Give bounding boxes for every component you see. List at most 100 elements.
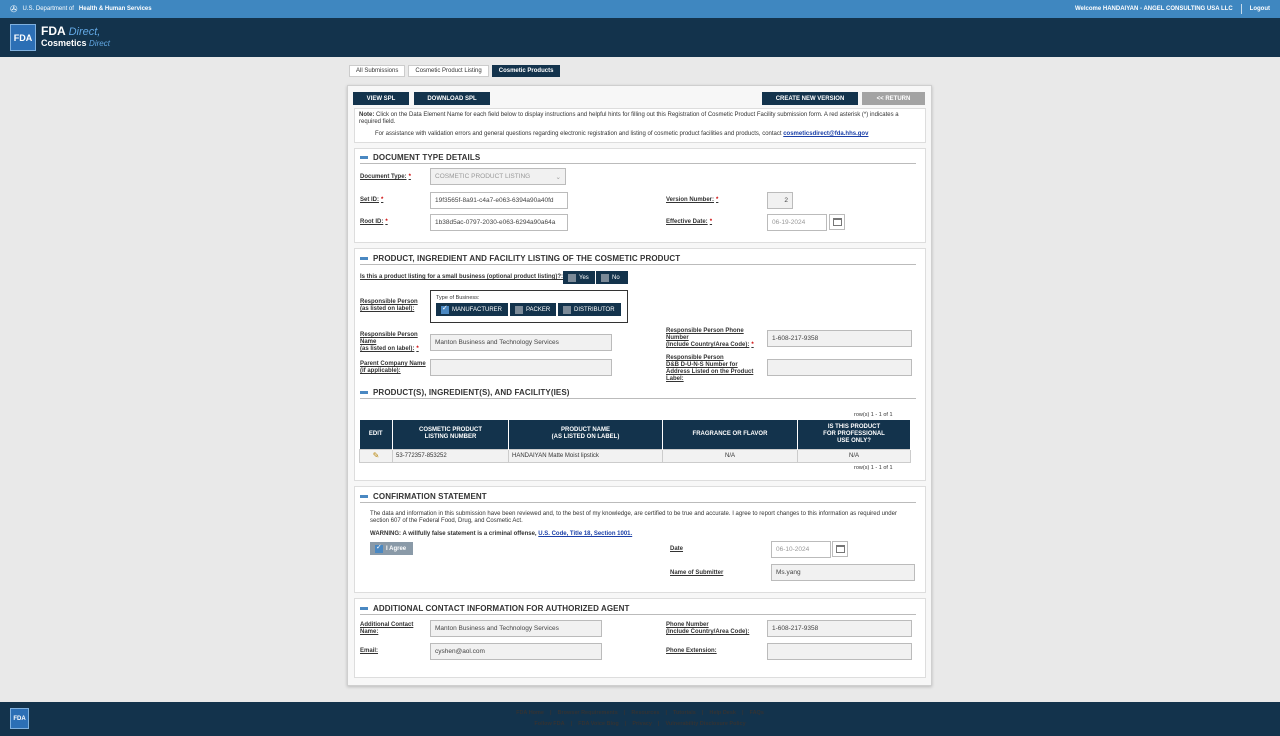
submitter-field[interactable]: Ms.yang	[771, 564, 915, 581]
fragrance-cell: N/A	[662, 448, 798, 463]
assist-body: For assistance with validation errors an…	[375, 131, 782, 137]
hhs-eagle-icon: ✇	[10, 3, 18, 14]
small-business-question[interactable]: Is this a product listing for a small bu…	[360, 274, 563, 281]
footer-link-privacy[interactable]: Privacy	[632, 721, 652, 727]
packer-toggle[interactable]: PACKER	[510, 303, 556, 316]
collapse-icon[interactable]	[360, 257, 368, 260]
duns-number-label[interactable]: Responsible Person D&B D-U-N-S Number for…	[666, 355, 753, 383]
support-email-link[interactable]: cosmeticsdirect@fda.hhs.gov	[783, 131, 868, 137]
footer-separator: |	[570, 721, 573, 727]
welcome-text: Welcome HANDAIYAN - ANGEL CONSULTING USA…	[1074, 6, 1233, 12]
document-type-select[interactable]: COSMETIC PRODUCT LISTING ⌄	[430, 168, 566, 185]
footer-link-fda-home[interactable]: FDA Home	[516, 710, 544, 716]
table-row: ✎ 53-772357-853252 HANDAIYAN Matte Moist…	[359, 448, 911, 463]
phone-extension-field[interactable]	[767, 643, 912, 660]
site-header	[0, 18, 1280, 57]
root-id-label[interactable]: Root ID: *	[360, 219, 388, 226]
parent-company-label[interactable]: Parent Company Name (if applicable):	[360, 361, 426, 375]
small-business-yes-toggle[interactable]: Yes	[563, 271, 595, 284]
fda-logo-icon: FDA	[10, 24, 36, 51]
collapse-icon[interactable]	[360, 607, 368, 610]
logout-link[interactable]: Logout	[1250, 6, 1270, 12]
small-business-no-toggle[interactable]: No	[596, 271, 628, 284]
create-new-version-button[interactable]: CREATE NEW VERSION	[762, 92, 858, 105]
email-field[interactable]: cyshen@aol.com	[430, 643, 602, 660]
column-header-professional[interactable]: IS THIS PRODUCT FOR PROFESSIONAL USE ONL…	[797, 420, 911, 449]
collapse-icon[interactable]	[360, 495, 368, 498]
site-footer	[0, 702, 1280, 736]
confirmation-text: The data and information in this submiss…	[370, 511, 897, 524]
additional-contact-field[interactable]: Manton Business and Technology Services	[430, 620, 602, 637]
footer-link-faqs[interactable]: FAQs	[750, 710, 764, 716]
version-number-label[interactable]: Version Number: *	[666, 197, 718, 204]
us-code-link[interactable]: U.S. Code, Title 18, Section 1001.	[538, 531, 632, 537]
footer-separator: |	[550, 710, 552, 716]
footer-separator: |	[657, 721, 660, 727]
column-header-product-name[interactable]: PRODUCT NAME (AS LISTED ON LABEL)	[508, 420, 663, 449]
footer-link-tutorials[interactable]: Tutorials	[673, 710, 696, 716]
email-label[interactable]: Email:	[360, 648, 378, 655]
set-id-label[interactable]: Set ID: *	[360, 197, 383, 204]
column-header-edit[interactable]: EDIT	[359, 420, 393, 449]
root-id-field[interactable]: 1b38d5ac-0797-2030-e063-6294a90a64a	[430, 214, 568, 231]
section-title-confirmation: CONFIRMATION STATEMENT	[360, 492, 487, 501]
rp-phone-field[interactable]: 1-608-217-9358	[767, 330, 912, 347]
edit-cell[interactable]: ✎	[359, 448, 393, 463]
agent-phone-label[interactable]: Phone Number (Include Country/Area Code):	[666, 622, 749, 636]
collapse-icon[interactable]	[360, 156, 368, 159]
products-table: EDIT COSMETIC PRODUCT LISTING NUMBER PRO…	[359, 420, 911, 463]
divider	[360, 264, 916, 265]
footer-separator: |	[623, 710, 626, 716]
section-title-agent: ADDITIONAL CONTACT INFORMATION FOR AUTHO…	[360, 604, 630, 613]
brand-direct-2: Direct	[89, 39, 110, 48]
effective-date-label[interactable]: Effective Date: *	[666, 219, 712, 226]
phone-extension-label[interactable]: Phone Extension:	[666, 648, 717, 655]
rp-phone-label[interactable]: Responsible Person Phone Number (Include C…	[666, 328, 754, 349]
footer-link-resources[interactable]: Resources	[631, 710, 659, 716]
brand-cosmetics: Cosmetics	[41, 38, 87, 48]
pagination-top: row(s) 1 - 1 of 1	[854, 412, 893, 418]
additional-contact-label[interactable]: Additional Contact Name:	[360, 622, 413, 636]
pencil-icon[interactable]: ✎	[373, 451, 380, 460]
manufacturer-toggle[interactable]: MANUFACTURER	[436, 303, 508, 316]
column-header-fragrance[interactable]: FRAGRANCE OR FLAVOR	[662, 420, 798, 449]
footer-link-voice-blog[interactable]: FDA Voice Blog	[578, 721, 619, 727]
checkbox-icon	[515, 305, 523, 314]
hhs-banner: ✇ U.S. Department of Health & Human Serv…	[10, 4, 152, 15]
footer-link-vulnerability-policy[interactable]: Vulnerability Disclosure Policy	[665, 721, 745, 727]
view-spl-button[interactable]: VIEW SPL	[353, 92, 409, 105]
note-required: required field.	[359, 119, 396, 125]
document-type-label[interactable]: Document Type: *	[360, 174, 411, 181]
top-bar: ✇ U.S. Department of Health & Human Serv…	[0, 0, 1280, 18]
table-header-row: EDIT COSMETIC PRODUCT LISTING NUMBER PRO…	[359, 420, 911, 449]
return-button[interactable]: << RETURN	[862, 92, 925, 105]
date-label[interactable]: Date	[670, 546, 683, 553]
distributor-toggle[interactable]: DISTRIBUTOR	[558, 303, 621, 316]
footer-link-follow-fda[interactable]: Follow FDA	[534, 721, 564, 727]
breadcrumb-product-listing[interactable]: Cosmetic Product Listing	[408, 65, 489, 77]
divider	[360, 398, 916, 399]
site-logo[interactable]: FDA FDA Direct, Cosmetics Direct	[10, 24, 110, 51]
footer-separator: |	[665, 710, 667, 716]
parent-company-field[interactable]	[430, 359, 612, 376]
download-spl-button[interactable]: DOWNLOAD SPL	[414, 92, 490, 105]
responsible-person-name-label[interactable]: Responsible Person Name (as listed on labe…	[360, 332, 419, 353]
agent-phone-field[interactable]: 1-608-217-9358	[767, 620, 912, 637]
set-id-field[interactable]: 19f3565f-8a91-c4a7-e063-6394a90a40fd	[430, 192, 568, 209]
breadcrumb-all-submissions[interactable]: All Submissions	[349, 65, 406, 77]
column-header-listing-number[interactable]: COSMETIC PRODUCT LISTING NUMBER	[392, 420, 509, 449]
collapse-icon[interactable]	[360, 391, 368, 394]
i-agree-checkbox[interactable]: I Agree	[370, 542, 413, 555]
responsible-person-name-field[interactable]: Manton Business and Technology Services	[430, 334, 612, 351]
calendar-icon[interactable]	[829, 214, 845, 230]
effective-date-field[interactable]: 06-19-2024	[767, 214, 827, 231]
confirmation-date-field[interactable]: 06-10-2024	[771, 541, 831, 558]
footer-link-help-desk[interactable]: Help Desk	[709, 710, 736, 716]
section-title-document-type: DOCUMENT TYPE DETAILS	[360, 153, 480, 162]
calendar-icon[interactable]	[832, 541, 848, 557]
duns-number-field[interactable]	[767, 359, 912, 376]
footer-link-browser-requirements[interactable]: Browser Requirements	[558, 710, 618, 716]
submitter-label[interactable]: Name of Submitter	[670, 570, 723, 577]
responsible-person-label[interactable]: Responsible Person (as listed on label):	[360, 299, 418, 313]
document-type-value: COSMETIC PRODUCT LISTING	[435, 173, 531, 180]
